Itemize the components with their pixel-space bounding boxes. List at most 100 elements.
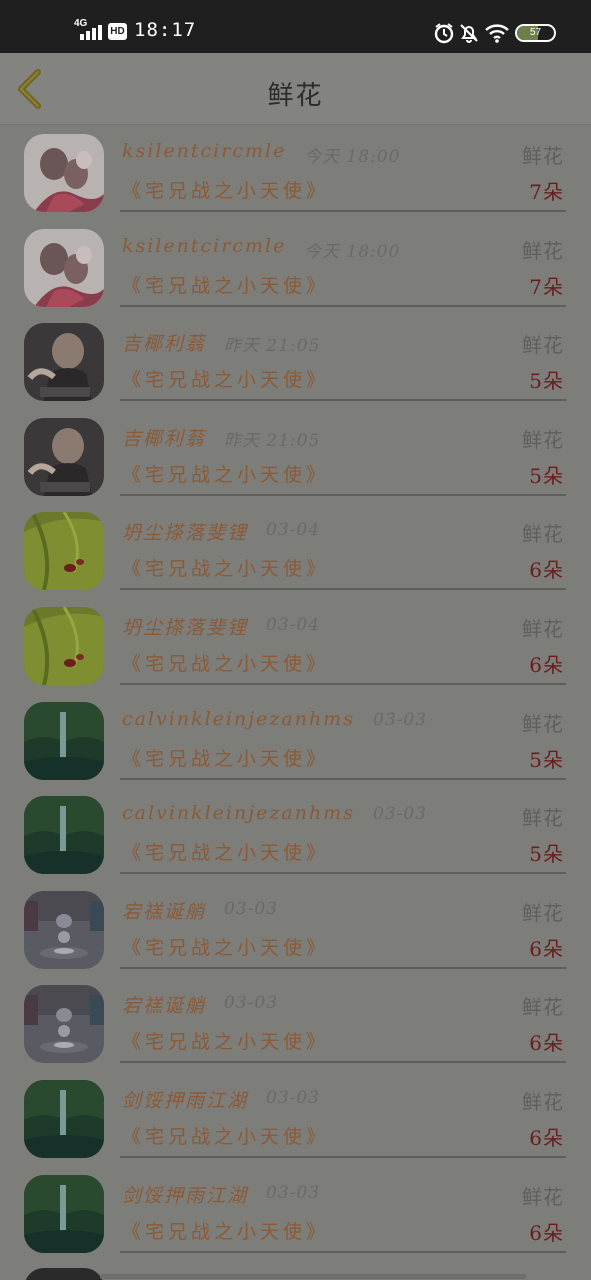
book-title: 《宅兄战之小天使》	[122, 369, 330, 392]
list-item[interactable]: 宕禚诞艄 03-03 鲜花《宅兄战之小天使》 6朵	[0, 977, 591, 1072]
avatar	[24, 323, 104, 402]
username: 宕禚诞艄	[122, 995, 207, 1018]
book-title: 《宅兄战之小天使》	[122, 936, 330, 959]
gift-count: 6朵	[529, 1031, 564, 1056]
avatar	[24, 606, 104, 685]
timestamp: 03-03	[224, 898, 279, 919]
gift-count: 6朵	[529, 1125, 564, 1150]
timestamp: 03-03	[224, 993, 279, 1014]
gift-count: 6朵	[529, 652, 564, 677]
row-divider	[120, 777, 566, 780]
list-item[interactable]: 剑馁押雨江湖 03-03 鲜花《宅兄战之小天使》 6朵	[0, 1167, 591, 1262]
battery-icon: 57	[515, 24, 556, 42]
avatar	[24, 890, 104, 969]
gift-type: 鲜花	[522, 616, 564, 641]
gift-type: 鲜花	[522, 995, 564, 1020]
avatar	[24, 228, 104, 307]
list-item[interactable]: 宕禚诞艄 03-03 鲜花《宅兄战之小天使》 6朵	[0, 883, 591, 978]
row-divider	[120, 304, 566, 307]
timestamp: 今天 18:00	[304, 147, 401, 167]
list-item[interactable]: calvinkleinjezanhms 03-03 鲜花 《宅兄战之小天使》 5朵	[0, 694, 591, 789]
row-divider	[120, 872, 566, 875]
battery-level: 57	[529, 27, 542, 38]
username: 剑馁押雨江湖	[122, 1184, 249, 1207]
list-item[interactable]: calvinkleinjezanhms 03-03 鲜花 《宅兄战之小天使》 5朵	[0, 788, 591, 883]
row-divider	[120, 1155, 566, 1158]
username: ksilentcircmle	[122, 234, 287, 257]
gift-type: 鲜花	[522, 238, 564, 263]
gift-count: 6朵	[529, 1220, 564, 1245]
timestamp: 03-03	[266, 1182, 321, 1203]
avatar	[24, 985, 104, 1064]
avatar	[24, 796, 104, 875]
timestamp: 03-03	[373, 804, 428, 825]
page-title: 鲜花	[267, 81, 324, 111]
book-title: 《宅兄战之小天使》	[122, 1125, 330, 1148]
username: ksilentcircmle	[122, 140, 287, 162]
username: 坍尘搽落斐锂	[122, 616, 249, 639]
avatar	[24, 134, 104, 212]
timestamp: 03-04	[266, 614, 321, 635]
gift-type: 鲜花	[522, 1184, 564, 1209]
list-item[interactable]: ksilentcircmle 今天 18:00 鲜花《宅兄战之小天使》 7朵	[0, 126, 591, 221]
gift-count: 6朵	[529, 936, 564, 961]
username: 吉椰利蓊	[122, 333, 207, 356]
gift-count: 5朵	[529, 369, 564, 394]
list-item[interactable]: 剑馁押雨江湖 03-03 鲜花《宅兄战之小天使》 6朵	[0, 1072, 591, 1167]
gift-count: 6朵	[529, 558, 564, 583]
partial-row-divider	[100, 1274, 526, 1279]
username: 剑馁押雨江湖	[122, 1089, 249, 1112]
timestamp: 今天 18:00	[304, 241, 401, 262]
timestamp: 03-03	[373, 709, 428, 730]
row-divider	[120, 493, 566, 496]
row-divider	[120, 1061, 566, 1064]
row-divider	[120, 210, 566, 212]
username: 宕禚诞艄	[122, 900, 207, 923]
gift-type: 鲜花	[522, 900, 564, 925]
gift-type: 鲜花	[522, 427, 564, 452]
username: 坍尘搽落斐锂	[122, 522, 249, 545]
avatar	[24, 701, 104, 780]
bell-off-icon	[458, 22, 480, 44]
avatar	[24, 417, 104, 496]
gift-type: 鲜花	[522, 144, 564, 168]
username: calvinkleinjezanhms	[122, 707, 355, 730]
status-bar: 4G HD 18:17 57	[0, 0, 591, 53]
book-title: 《宅兄战之小天使》	[122, 558, 330, 581]
timestamp: 03-04	[266, 520, 321, 541]
gift-record-list: ksilentcircmle 今天 18:00 鲜花 《宅兄战之小天使》 7朵 ksile…	[0, 126, 591, 1261]
gift-count: 7朵	[529, 180, 564, 204]
alarm-icon	[433, 22, 455, 44]
avatar	[24, 512, 104, 591]
book-title: 《宅兄战之小天使》	[122, 180, 330, 202]
list-item[interactable]: 坍尘搽落斐锂 03-04 鲜花 《宅兄战之小天使》 6朵	[0, 599, 591, 694]
book-title: 《宅兄战之小天使》	[122, 274, 330, 297]
book-title: 《宅兄战之小天使》	[122, 747, 330, 770]
row-divider	[120, 682, 566, 685]
gift-count: 7朵	[529, 274, 564, 299]
list-item[interactable]: 坍尘搽落斐锂 03-04 鲜花《宅兄战之小天使》 6朵	[0, 504, 591, 599]
avatar	[24, 1174, 104, 1253]
gift-type: 鲜花	[522, 522, 564, 547]
gift-type: 鲜花	[522, 333, 564, 358]
wifi-icon	[484, 22, 510, 44]
book-title: 《宅兄战之小天使》	[122, 1220, 330, 1243]
book-title: 《宅兄战之小天使》	[122, 1031, 330, 1054]
timestamp: 03-03	[266, 1087, 321, 1108]
row-divider	[120, 966, 566, 969]
timestamp: 昨天 21:05	[224, 336, 321, 357]
gift-type: 鲜花	[522, 1089, 564, 1114]
list-item[interactable]: 吉椰利蓊 昨天 21:05 鲜花《宅兄战之小天使》 5朵	[0, 315, 591, 410]
gift-count: 5朵	[529, 747, 564, 772]
hd-badge: HD	[108, 23, 127, 40]
timestamp: 昨天 21:05	[224, 430, 321, 451]
status-time: 18:17	[134, 19, 197, 41]
list-item[interactable]: 吉椰利蓊 昨天 21:05 鲜花 《宅兄战之小天使》 5朵	[0, 410, 591, 505]
gift-type: 鲜花	[522, 806, 564, 831]
username: 吉椰利蓊	[122, 427, 207, 450]
list-item[interactable]: ksilentcircmle 今天 18:00 鲜花《宅兄战之小天使》 7朵	[0, 221, 591, 316]
nav-bar: 鲜花	[0, 53, 591, 125]
partial-avatar	[24, 1268, 104, 1280]
avatar	[24, 1079, 104, 1158]
book-title: 《宅兄战之小天使》	[122, 842, 330, 865]
